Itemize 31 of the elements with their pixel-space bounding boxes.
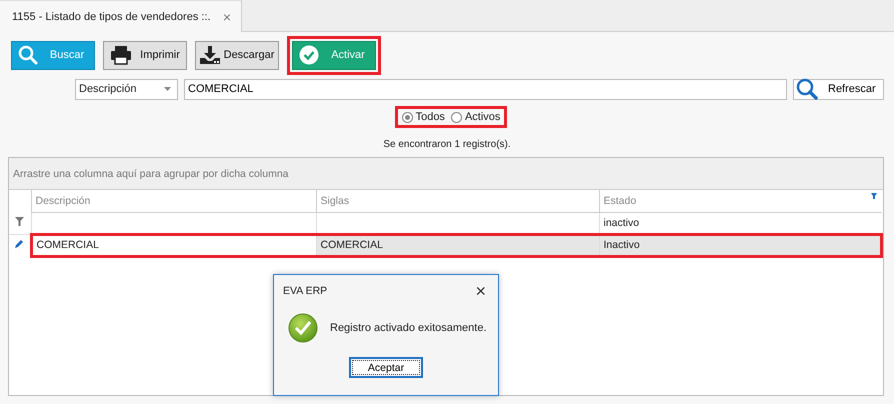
column-header[interactable]: Descripción: [31, 190, 316, 212]
caret-icon: [164, 87, 171, 91]
document-tab[interactable]: 1155 - Listado de tipos de vendedores ::. ×: [0, 0, 242, 32]
download-icon: [199, 45, 221, 65]
tab-title: 1155 - Listado de tipos de vendedores ::.: [12, 10, 211, 22]
printer-icon: [110, 45, 132, 65]
column-header[interactable]: Siglas: [316, 190, 599, 212]
success-check-icon: [288, 313, 318, 343]
radio-option[interactable]: Activos: [450, 111, 500, 123]
close-icon[interactable]: ×: [475, 282, 486, 300]
dropdown-value: Descripción: [79, 83, 136, 95]
search-field[interactable]: COMERCIAL: [184, 78, 787, 100]
table-cell: Inactivo: [599, 234, 882, 256]
field-dropdown[interactable]: Descripción: [75, 78, 178, 100]
radio-option[interactable]: Todos: [402, 111, 445, 123]
filter-icon: [15, 216, 24, 226]
download-button[interactable]: Descargar: [195, 40, 279, 70]
close-icon[interactable]: ×: [222, 8, 231, 24]
record-count: Se encontraron 1 registro(s).: [382, 139, 512, 152]
refresh-button[interactable]: Refrescar: [793, 78, 884, 100]
search-icon: [796, 78, 818, 100]
search-icon: [18, 45, 38, 65]
table-cell: COMERCIAL: [316, 234, 599, 256]
table-cell: COMERCIAL: [31, 234, 316, 256]
group-hint: Arrastre una columna aquí para agrupar por dicha columna: [13, 168, 288, 180]
print-button[interactable]: Imprimir: [103, 40, 187, 70]
check-circle-icon: [299, 45, 319, 65]
accept-button[interactable]: Aceptar: [349, 357, 423, 378]
dialog-message: Registro activado exitosamente.: [330, 322, 487, 334]
column-header[interactable]: Estado: [599, 190, 882, 212]
dialog-title: EVA ERP: [283, 285, 328, 297]
